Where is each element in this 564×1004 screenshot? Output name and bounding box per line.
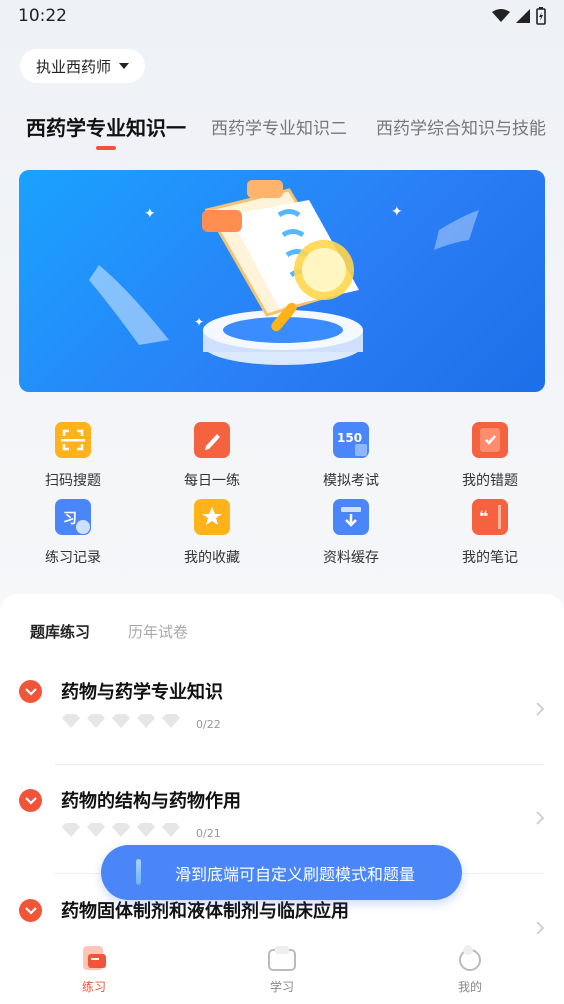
grid-label-favorites: 我的收藏 [184,550,240,566]
status-bar: 10:22 [0,0,564,32]
grid-label-daily: 每日一练 [184,473,240,489]
svg-text:150: 150 [337,431,362,445]
toast-text: 滑到底端可自定义刷题模式和题量 [175,864,416,884]
panel-tabs: 题库练习 历年试卷 [27,621,188,645]
gem-icon [137,714,155,728]
star-icon [194,499,230,535]
expand-chevron-icon[interactable] [19,680,42,703]
exam-type-label: 执业西药师 [36,57,112,76]
scan-icon [55,422,91,458]
caret-down-icon [119,63,130,69]
grid-item-notes[interactable]: ❝ 我的笔记 [430,499,550,567]
grid-label-record: 练习记录 [45,550,101,566]
download-icon [333,499,369,535]
nav-study[interactable]: 学习 [242,944,322,995]
tab-subject-3[interactable]: 西药学综合知识与技能 [376,114,546,139]
status-time: 10:22 [18,6,67,26]
exam-type-selector[interactable]: 执业西药师 [20,49,146,83]
battery-icon [536,7,546,25]
wifi-icon [492,9,510,22]
book-illustration: ✦ ✦ ✦ [89,180,479,365]
svg-text:✦: ✦ [391,204,403,220]
status-icons [492,7,546,25]
nav-label-study: 学习 [269,980,294,994]
chapter-title: 药物的结构与药物作用 [61,791,241,812]
chevron-right-icon [536,921,544,935]
loading-indicator [136,859,141,885]
tab-past-papers[interactable]: 历年试卷 [128,621,188,642]
grid-item-favorites[interactable]: 我的收藏 [152,499,272,567]
record-icon: 习 [55,499,91,535]
gem-icon [162,823,180,837]
gem-icon [87,714,105,728]
pencil-icon [194,422,230,458]
nav-profile[interactable]: 我的 [430,944,510,995]
promo-banner[interactable]: ✦ ✦ ✦ [19,170,545,392]
tab-subject-2[interactable]: 西药学专业知识二 [211,114,347,139]
grid-item-cache[interactable]: 资料缓存 [291,499,411,567]
nav-label-practice: 练习 [81,980,106,994]
grid-label-wrong: 我的错题 [462,473,518,489]
bottom-nav: 练习 学习 我的 [0,934,564,1004]
grid-label-mock-exam: 模拟考试 [323,473,379,489]
grid-item-daily[interactable]: 每日一练 [152,422,272,490]
chapter-item[interactable]: 药物与药学专业知识 0/22 [0,680,564,790]
grid-item-record[interactable]: 习 练习记录 [13,499,133,567]
subject-tabs: 西药学专业知识一 西药学专业知识二 西药学综合知识与技能 [0,110,564,160]
svg-text:习: 习 [63,511,77,527]
nav-label-profile: 我的 [457,980,482,994]
grid-item-mock-exam[interactable]: 150 模拟考试 [291,422,411,490]
grid-item-wrong[interactable]: 我的错题 [430,422,550,490]
signal-icon [516,9,530,23]
chapter-progress: 0/22 [196,718,221,731]
profile-icon [459,945,481,971]
tab-subject-1[interactable]: 西药学专业知识一 [26,112,186,141]
expand-chevron-icon[interactable] [19,899,42,922]
chapter-title: 药物固体制剂和液体制剂与临床应用 [61,901,349,922]
divider [55,764,544,765]
exam-150-icon: 150 [333,422,369,458]
grid-label-notes: 我的笔记 [462,550,518,566]
practice-icon [83,946,106,970]
chevron-right-icon [536,811,544,825]
study-icon [268,946,296,971]
wrong-book-icon [472,422,508,458]
expand-chevron-icon[interactable] [19,789,42,812]
notes-icon: ❝ [472,499,508,535]
nav-practice[interactable]: 练习 [54,944,134,995]
gem-icon [62,714,80,728]
chevron-right-icon [536,702,544,716]
toast-hint: 滑到底端可自定义刷题模式和题量 [101,845,462,900]
difficulty-gems [62,823,180,837]
grid-label-cache: 资料缓存 [323,550,379,566]
gem-icon [137,823,155,837]
chapter-progress: 0/21 [196,827,221,840]
svg-text:❝: ❝ [479,507,488,526]
grid-item-scan[interactable]: 扫码搜题 [13,422,133,490]
active-tab-indicator [96,146,116,150]
tab-question-bank[interactable]: 题库练习 [27,621,95,645]
difficulty-gems [62,714,180,728]
gem-icon [112,823,130,837]
gem-icon [87,823,105,837]
gem-icon [62,823,80,837]
chapter-title: 药物与药学专业知识 [61,682,223,703]
svg-text:✦: ✦ [144,206,156,222]
gem-icon [162,714,180,728]
svg-text:✦: ✦ [194,315,204,329]
gem-icon [112,714,130,728]
grid-label-scan: 扫码搜题 [45,473,101,489]
